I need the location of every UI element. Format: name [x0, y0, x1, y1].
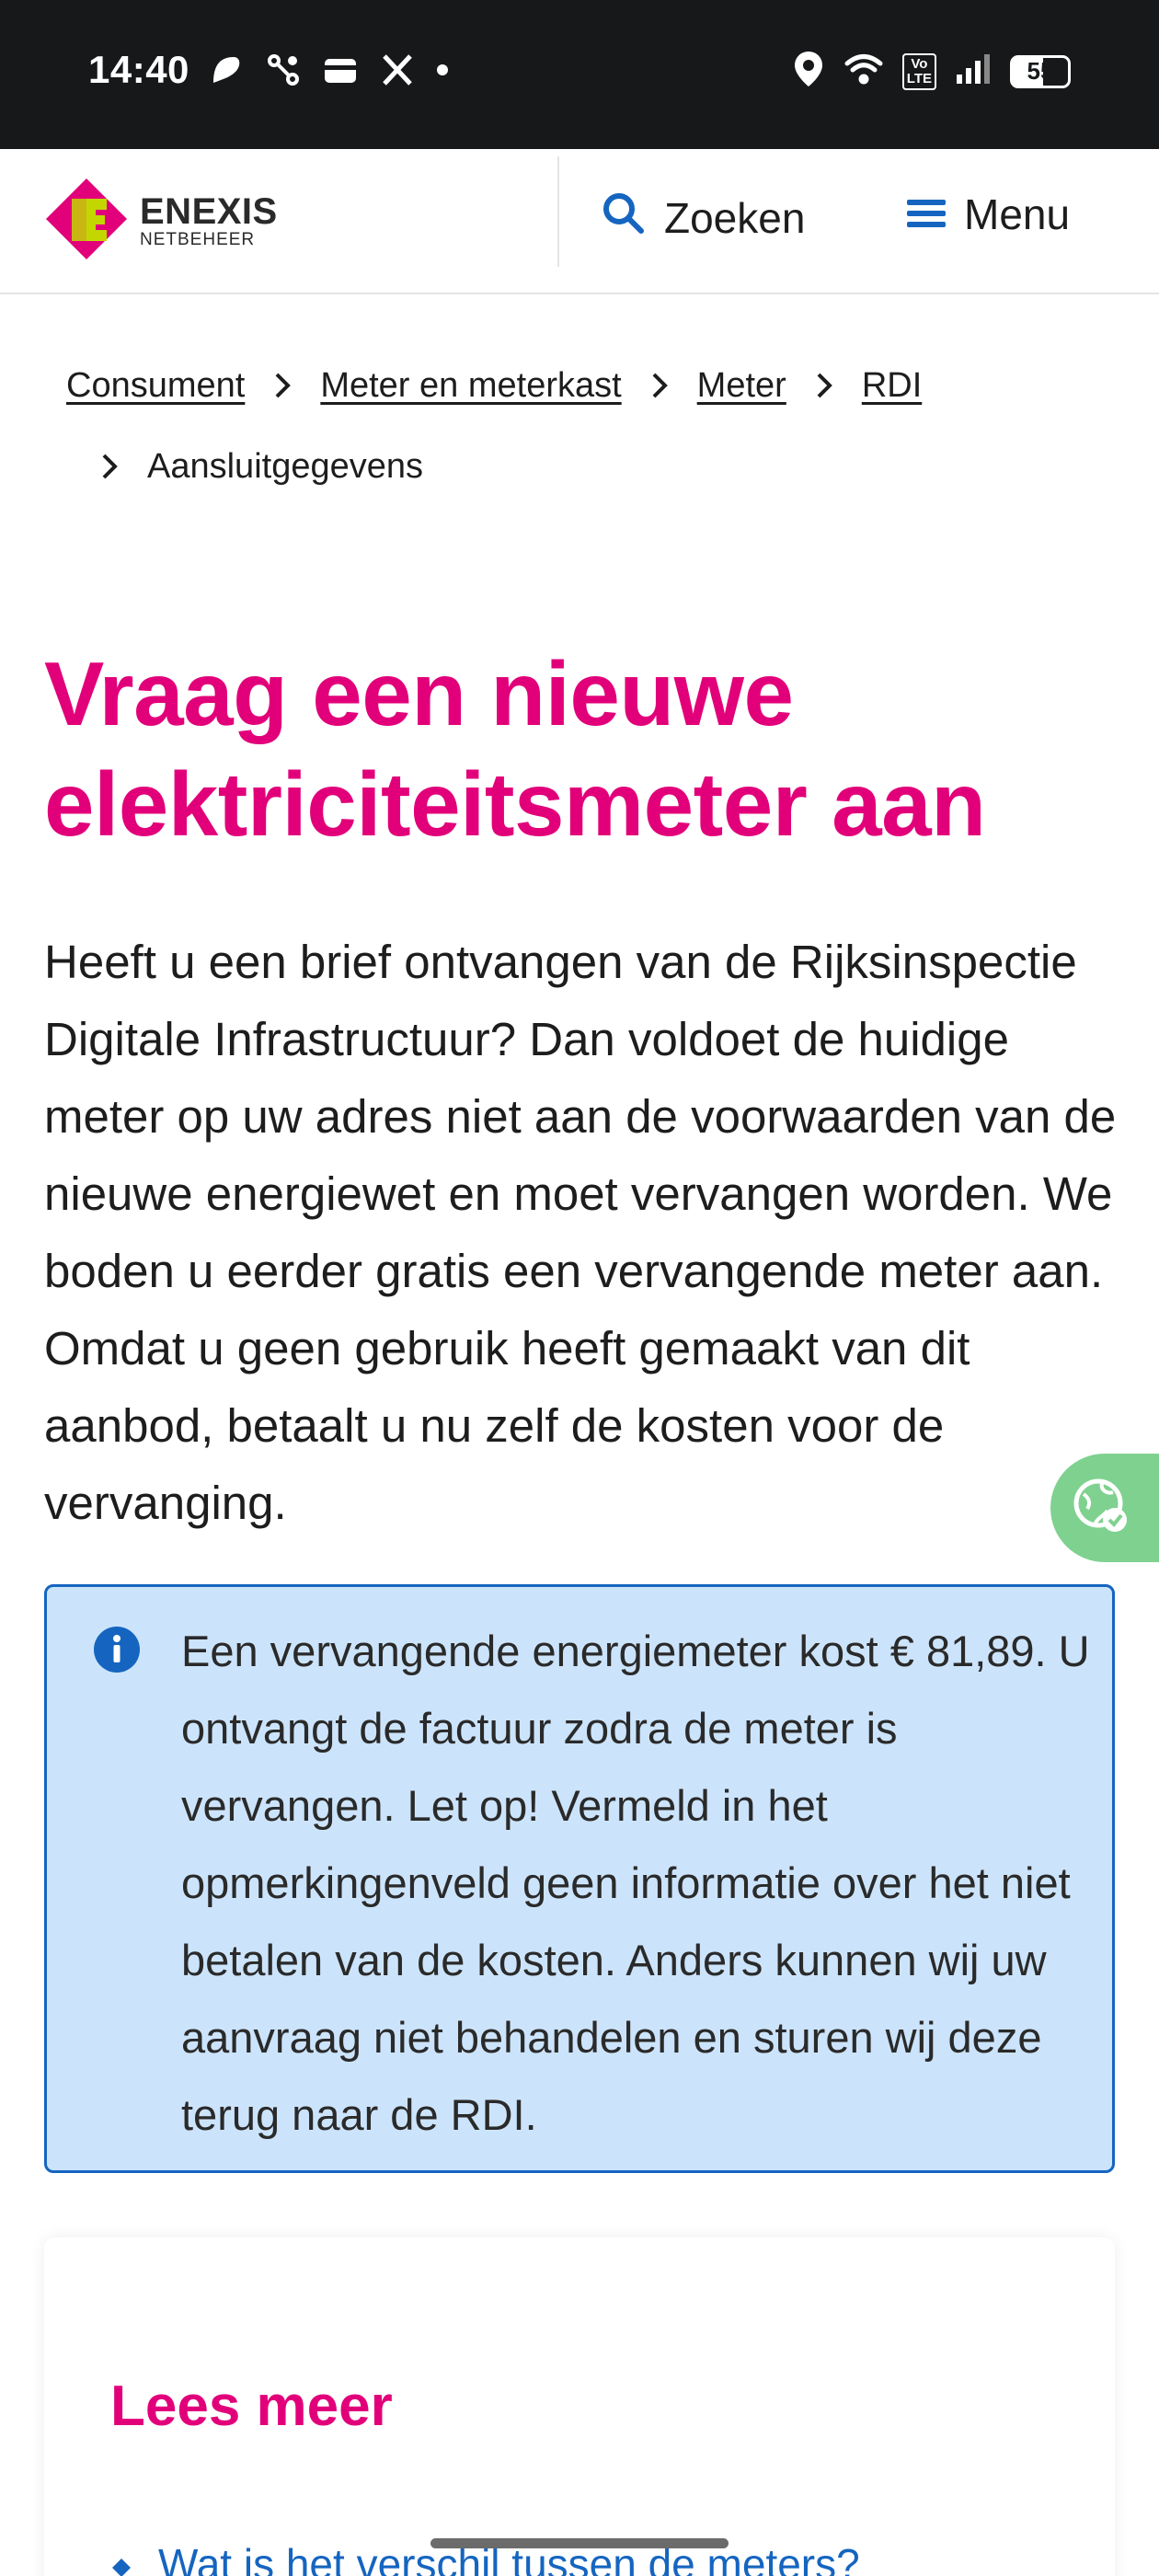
- chevron-right-icon: [272, 371, 293, 400]
- info-box: Een vervangende energiemeter kost € 81,8…: [44, 1584, 1115, 2173]
- link-icon: [265, 52, 302, 93]
- menu-button[interactable]: Menu: [907, 190, 1070, 239]
- volte-line2: LTE: [906, 70, 932, 86]
- globe-check-icon: [1071, 1476, 1131, 1541]
- enexis-logo[interactable]: ENEXIS NETBEHEER: [44, 177, 278, 266]
- status-time: 14:40: [88, 48, 189, 91]
- logo-name: ENEXIS: [140, 190, 278, 232]
- page-title: Vraag een nieuwe elektriciteitsmeter aan: [44, 643, 986, 855]
- gesture-handle[interactable]: [430, 2538, 729, 2548]
- feedback-tab[interactable]: [1050, 1454, 1159, 1562]
- header-divider: [557, 156, 559, 267]
- status-right-icons: Vo LTE 55: [792, 50, 1071, 93]
- notification-icon: [208, 52, 245, 93]
- breadcrumb-row: Consument Meter en meterkast Meter RDI: [66, 353, 1115, 418]
- breadcrumb-current: Aansluitgegevens: [147, 446, 423, 486]
- intro-paragraph: Heeft u een brief ontvangen van de Rijks…: [44, 936, 1117, 1529]
- battery-level: 55: [1027, 57, 1054, 85]
- status-bar: 14:40 Vo LTE 55: [0, 0, 1159, 149]
- search-button[interactable]: Zoeken: [600, 190, 805, 246]
- status-left-icons: [208, 52, 449, 93]
- breadcrumb-rdi[interactable]: RDI: [862, 366, 922, 406]
- chevron-right-icon: [649, 371, 670, 400]
- search-icon: [600, 190, 646, 246]
- logo-sub: NETBEHEER: [140, 229, 256, 249]
- breadcrumb-row-current: Aansluitgegevens: [99, 434, 1115, 499]
- logo-text: ENEXIS NETBEHEER: [140, 193, 278, 250]
- x-icon: [379, 52, 416, 93]
- dot-icon: [436, 63, 449, 81]
- volte-line1: Vo: [911, 55, 928, 72]
- wallet-icon: [322, 52, 359, 93]
- signal-icon: [955, 52, 992, 90]
- menu-icon: [907, 190, 946, 239]
- volte-icon: Vo LTE: [901, 52, 936, 90]
- diamond-bullet-icon: [110, 2539, 132, 2576]
- location-icon: [792, 50, 825, 93]
- battery-icon: 55: [1010, 54, 1071, 88]
- breadcrumb: Consument Meter en meterkast Meter RDI A…: [66, 353, 1115, 499]
- logo-mark-icon: [44, 177, 129, 266]
- read-more-title: Lees meer: [110, 2375, 393, 2438]
- chevron-right-icon: [99, 452, 120, 481]
- breadcrumb-consument[interactable]: Consument: [66, 366, 245, 406]
- search-label: Zoeken: [664, 193, 806, 242]
- breadcrumb-meter-en-meterkast[interactable]: Meter en meterkast: [320, 366, 621, 406]
- info-icon: [93, 1626, 141, 1678]
- menu-label: Menu: [964, 190, 1071, 238]
- read-more-card: Lees meer Wat is het verschil tussen de …: [44, 2237, 1115, 2576]
- breadcrumb-meter[interactable]: Meter: [697, 366, 786, 406]
- wifi-icon: [843, 52, 884, 90]
- info-text: Een vervangende energiemeter kost € 81,8…: [181, 1627, 1090, 2139]
- site-header: ENEXIS NETBEHEER Zoeken Menu: [0, 149, 1159, 294]
- chevron-right-icon: [814, 371, 834, 400]
